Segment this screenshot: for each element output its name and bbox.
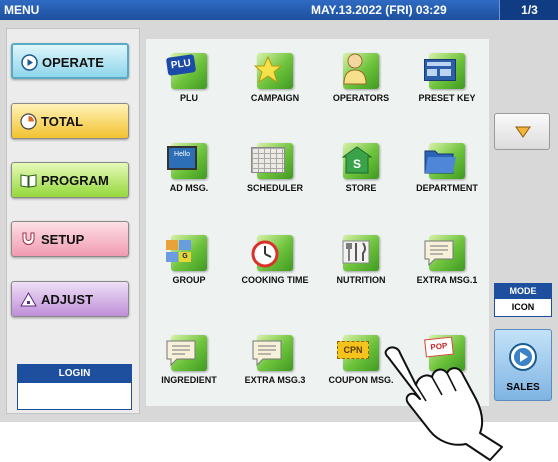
menu-item-extra-msg-1[interactable]: EXTRA MSG.1 <box>404 235 490 285</box>
operate-button[interactable]: OPERATE <box>11 43 129 79</box>
total-label: TOTAL <box>41 114 84 129</box>
setup-label: SETUP <box>41 232 85 247</box>
coupon-icon-text: CPN <box>337 341 369 359</box>
login-box[interactable]: LOGIN <box>17 364 132 410</box>
datetime: MAY.13.2022 (FRI) 03:29 <box>311 3 447 17</box>
book-icon <box>20 174 37 188</box>
star-icon <box>253 53 293 89</box>
program-button[interactable]: PROGRAM <box>11 162 129 198</box>
menu-item-label: STORE <box>345 183 377 193</box>
menu-item-label: COOKING TIME <box>241 275 309 285</box>
cutlery-icon <box>342 235 379 271</box>
message-icon <box>424 235 465 271</box>
menu-item-preset-key[interactable]: PRESET KEY <box>404 53 490 103</box>
monitor-icon-text: Hello <box>167 146 197 170</box>
menu-item-scheduler[interactable]: SCHEDULER <box>232 143 318 193</box>
menu-item-label: NUTRITION <box>336 275 386 285</box>
adjust-button[interactable]: ADJUST <box>11 281 129 317</box>
program-label: PROGRAM <box>41 173 109 188</box>
pointing-hand-icon <box>384 346 503 461</box>
menu-item-extra-msg-3[interactable]: EXTRA MSG.3 <box>232 335 318 385</box>
menu-item-store[interactable]: S STORE <box>318 143 404 193</box>
timer-icon <box>251 235 293 271</box>
message-icon <box>166 335 207 371</box>
play-circle-icon <box>509 343 537 371</box>
plu-icon: PLU <box>165 53 207 89</box>
menu-item-label: EXTRA MSG.3 <box>244 375 306 385</box>
store-icon: S <box>341 143 379 179</box>
folder-icon <box>424 143 465 179</box>
menu-item-ingredient[interactable]: INGREDIENT <box>146 335 232 385</box>
menu-item-label: EXTRA MSG.1 <box>416 275 478 285</box>
title-bar: MENU MAY.13.2022 (FRI) 03:29 1/3 <box>0 0 558 20</box>
group-icon-text: G <box>179 252 191 262</box>
menu-item-department[interactable]: DEPARTMENT <box>404 143 490 193</box>
adjust-label: ADJUST <box>41 292 94 307</box>
person-icon <box>343 53 379 89</box>
login-label: LOGIN <box>18 365 131 383</box>
setup-button[interactable]: SETUP <box>11 221 129 257</box>
mode-value: ICON <box>511 302 535 312</box>
total-button[interactable]: TOTAL <box>11 103 129 139</box>
menu-item-ad-msg[interactable]: Hello AD MSG. <box>146 143 232 193</box>
coupon-icon: CPN <box>337 335 379 371</box>
menu-title: MENU <box>4 3 40 17</box>
calendar-icon <box>251 143 293 179</box>
store-icon-text: S <box>353 157 361 171</box>
menu-item-label: PRESET KEY <box>418 93 476 103</box>
menu-item-label: GROUP <box>172 275 206 285</box>
scale-icon <box>20 291 37 307</box>
menu-item-label: AD MSG. <box>169 183 209 193</box>
operate-label: OPERATE <box>42 55 104 70</box>
menu-item-label: INGREDIENT <box>161 375 217 385</box>
plu-icon-text: PLU <box>165 54 197 76</box>
wrench-icon <box>22 232 35 245</box>
message-icon <box>252 335 293 371</box>
menu-item-cooking-time[interactable]: COOKING TIME <box>232 235 318 285</box>
menu-item-plu[interactable]: PLU PLU <box>146 53 232 103</box>
menu-item-label: OPERATORS <box>332 93 390 103</box>
clock-icon <box>20 113 37 130</box>
play-circle-icon <box>21 54 38 71</box>
menu-item-label: DEPARTMENT <box>416 183 478 193</box>
triangle-down-icon <box>515 126 531 138</box>
page-indicator: 1/3 <box>499 0 558 20</box>
monitor-icon: Hello <box>167 143 207 179</box>
menu-item-label: PLU <box>180 93 198 103</box>
group-blocks-icon: G <box>166 235 207 271</box>
menu-item-group[interactable]: G GROUP <box>146 235 232 285</box>
menu-item-nutrition[interactable]: NUTRITION <box>318 235 404 285</box>
keyboard-grid-icon <box>424 53 465 89</box>
menu-item-operators[interactable]: OPERATORS <box>318 53 404 103</box>
menu-item-label: CAMPAIGN <box>250 93 300 103</box>
mode-label: MODE <box>495 284 551 299</box>
menu-item-label: SCHEDULER <box>246 183 303 193</box>
page-down-button[interactable] <box>494 113 550 150</box>
mode-indicator[interactable]: MODE ICON <box>494 283 552 317</box>
menu-item-campaign[interactable]: CAMPAIGN <box>232 53 318 103</box>
